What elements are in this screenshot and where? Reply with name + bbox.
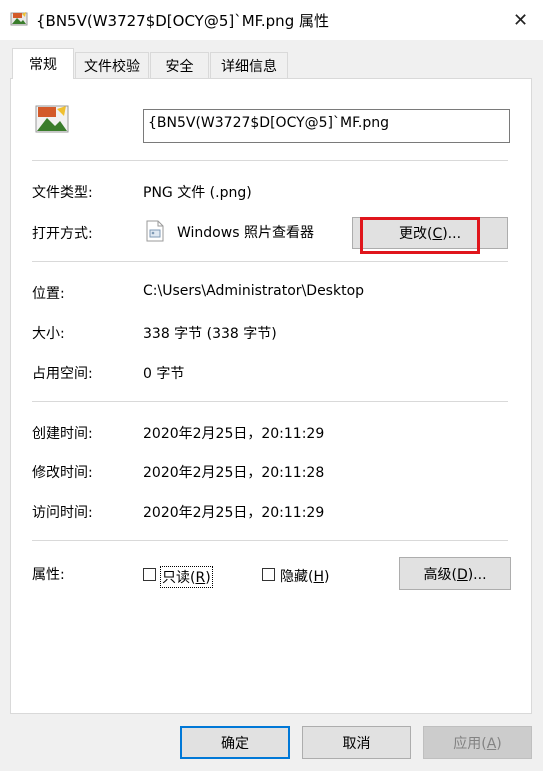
accessed-value: 2020年2月25日，20:11:29 bbox=[143, 505, 325, 521]
separator bbox=[32, 540, 508, 541]
modified-value: 2020年2月25日，20:11:28 bbox=[143, 465, 325, 481]
opens-with-value: Windows 照片查看器 bbox=[177, 225, 314, 241]
apply-button-label: 应用(A) bbox=[453, 735, 502, 752]
photo-viewer-icon bbox=[145, 220, 165, 242]
created-label: 创建时间: bbox=[32, 426, 93, 442]
file-type-value: PNG 文件 (.png) bbox=[143, 185, 252, 201]
ok-button-label: 确定 bbox=[221, 735, 249, 752]
filename-field[interactable]: {BN5V(W3727$D[OCY@5]`MF.png bbox=[143, 109, 510, 143]
general-panel bbox=[10, 78, 532, 714]
image-file-icon bbox=[35, 104, 69, 134]
tab-label: 安全 bbox=[165, 58, 194, 75]
tab-general[interactable]: 常规 bbox=[12, 48, 74, 79]
hidden-checkbox[interactable] bbox=[262, 568, 275, 581]
separator bbox=[32, 160, 508, 161]
tab-label: 详细信息 bbox=[221, 58, 277, 75]
title-bar: {BN5V(W3727$D[OCY@5]`MF.png 属性 ✕ bbox=[0, 0, 543, 40]
tab-security[interactable]: 安全 bbox=[150, 52, 209, 78]
tab-details[interactable]: 详细信息 bbox=[210, 52, 288, 78]
opens-with-label: 打开方式: bbox=[32, 226, 93, 242]
close-button[interactable]: ✕ bbox=[498, 0, 543, 40]
tab-file-checksum[interactable]: 文件校验 bbox=[75, 52, 149, 78]
readonly-checkbox[interactable] bbox=[143, 568, 156, 581]
cancel-button[interactable]: 取消 bbox=[302, 726, 411, 759]
modified-label: 修改时间: bbox=[32, 465, 93, 481]
separator bbox=[32, 261, 508, 262]
advanced-button[interactable]: 高级(D)... bbox=[399, 557, 511, 590]
accessed-label: 访问时间: bbox=[32, 505, 93, 521]
close-icon: ✕ bbox=[512, 9, 529, 31]
apply-button[interactable]: 应用(A) bbox=[423, 726, 532, 759]
size-on-disk-value: 0 字节 bbox=[143, 366, 185, 382]
location-value: C:\Users\Administrator\Desktop bbox=[143, 283, 365, 299]
window-title: {BN5V(W3727$D[OCY@5]`MF.png 属性 bbox=[36, 12, 329, 30]
size-label: 大小: bbox=[32, 326, 65, 342]
tab-label: 常规 bbox=[29, 57, 57, 73]
tab-label: 文件校验 bbox=[84, 58, 140, 75]
file-type-label: 文件类型: bbox=[32, 185, 93, 201]
ok-button[interactable]: 确定 bbox=[180, 726, 290, 759]
attributes-label: 属性: bbox=[32, 567, 65, 583]
separator bbox=[32, 401, 508, 402]
image-file-icon bbox=[10, 10, 28, 28]
size-on-disk-label: 占用空间: bbox=[32, 366, 93, 382]
location-label: 位置: bbox=[32, 286, 65, 302]
readonly-label[interactable]: 只读(R) bbox=[160, 566, 213, 588]
advanced-button-label: 高级(D)... bbox=[423, 566, 487, 583]
highlight-box bbox=[360, 217, 480, 254]
cancel-button-label: 取消 bbox=[342, 735, 371, 752]
created-value: 2020年2月25日，20:11:29 bbox=[143, 426, 325, 442]
hidden-label[interactable]: 隐藏(H) bbox=[280, 566, 329, 586]
size-value: 338 字节 (338 字节) bbox=[143, 326, 277, 342]
